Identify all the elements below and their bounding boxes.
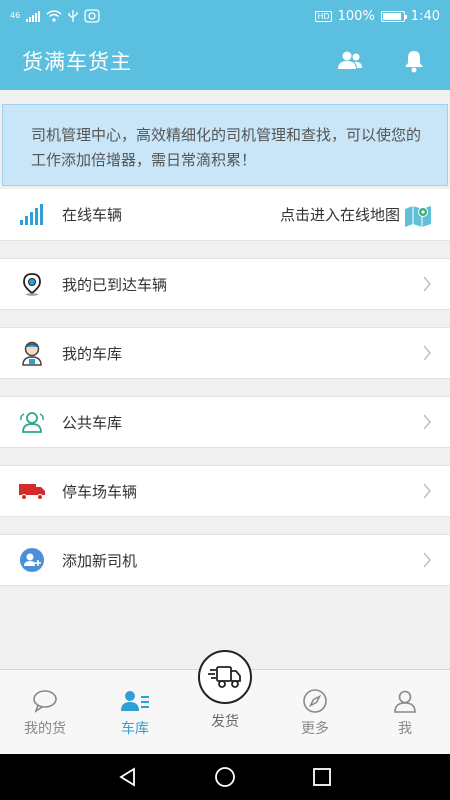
tab-more[interactable]: 更多 [270,670,360,755]
user-list-icon [121,691,149,711]
wifi-icon [46,10,62,22]
add-user-icon [18,546,46,574]
network-type: 46 [10,11,21,20]
hd-badge: HD [315,10,332,22]
driver-avatar-icon [18,339,46,367]
ship-button-circle [198,650,252,704]
arrived-vehicles-label: 我的已到达车辆 [62,275,168,294]
bottom-nav: 我的货 车库 发货 更多 我 [0,650,450,755]
chevron-right-icon [423,414,431,430]
chevron-right-icon [423,276,431,292]
online-vehicles-label: 在线车辆 [62,206,123,224]
truck-icon [18,477,46,505]
status-bar: 46 HD 100% 1:40 [0,0,450,32]
online-vehicles-row[interactable]: 在线车辆 点击进入在线地图 [0,189,450,241]
battery-icon [380,10,407,22]
chevron-right-icon [423,345,431,361]
map-icon [405,205,431,227]
online-map-link[interactable]: 点击进入在线地图 [280,204,400,225]
home-circle-icon [215,767,235,787]
driver-center-notice: 司机管理中心，高效精细化的司机管理和查找，可以使您的工作添加倍增器，需日常滴积累… [2,104,448,186]
public-garage-label: 公共车库 [62,413,123,432]
back-triangle-icon [119,767,136,787]
add-driver-label: 添加新司机 [62,551,138,570]
app-title: 货满车货主 [22,50,132,74]
tab-my-goods-label: 我的货 [24,721,66,737]
delivery-truck-icon [208,666,241,688]
group-icon [18,408,46,436]
tab-ship[interactable]: 发货 [185,646,265,755]
person-icon [394,690,416,713]
contacts-icon [338,51,362,69]
tab-me[interactable]: 我 [360,670,450,755]
my-garage-row[interactable]: 我的车库 [0,327,450,379]
notifications-button[interactable] [400,47,428,75]
usb-icon [68,9,78,22]
recents-button[interactable] [307,762,337,792]
tab-my-goods[interactable]: 我的货 [0,670,90,755]
clock: 1:40 [410,8,440,24]
chevron-right-icon [423,552,431,568]
my-garage-label: 我的车库 [62,344,123,363]
recents-square-icon [312,768,331,786]
home-button[interactable] [210,762,240,792]
arrived-vehicles-row[interactable]: 我的已到达车辆 [0,258,450,310]
public-garage-row[interactable]: 公共车库 [0,396,450,448]
tab-more-label: 更多 [301,721,329,737]
signal-bars-icon [18,201,46,229]
battery-percent: 100% [337,8,375,24]
app-header: 货满车货主 [0,32,450,90]
compass-icon [303,689,327,713]
add-driver-row[interactable]: 添加新司机 [0,534,450,586]
parking-lot-row[interactable]: 停车场车辆 [0,465,450,517]
tab-garage-label: 车库 [121,721,149,737]
tab-me-label: 我 [398,721,412,737]
chat-bubble-icon [33,690,57,713]
parking-lot-label: 停车场车辆 [62,482,138,501]
chevron-right-icon [423,483,431,499]
system-nav-bar [0,754,450,800]
notification-app-icon [84,9,100,23]
contacts-button[interactable] [336,47,364,75]
back-button[interactable] [113,762,143,792]
tab-garage[interactable]: 车库 [90,670,180,755]
location-pin-icon [18,270,46,298]
bell-icon [405,51,423,73]
signal-icon [26,10,41,22]
tab-ship-label: 发货 [211,714,239,730]
